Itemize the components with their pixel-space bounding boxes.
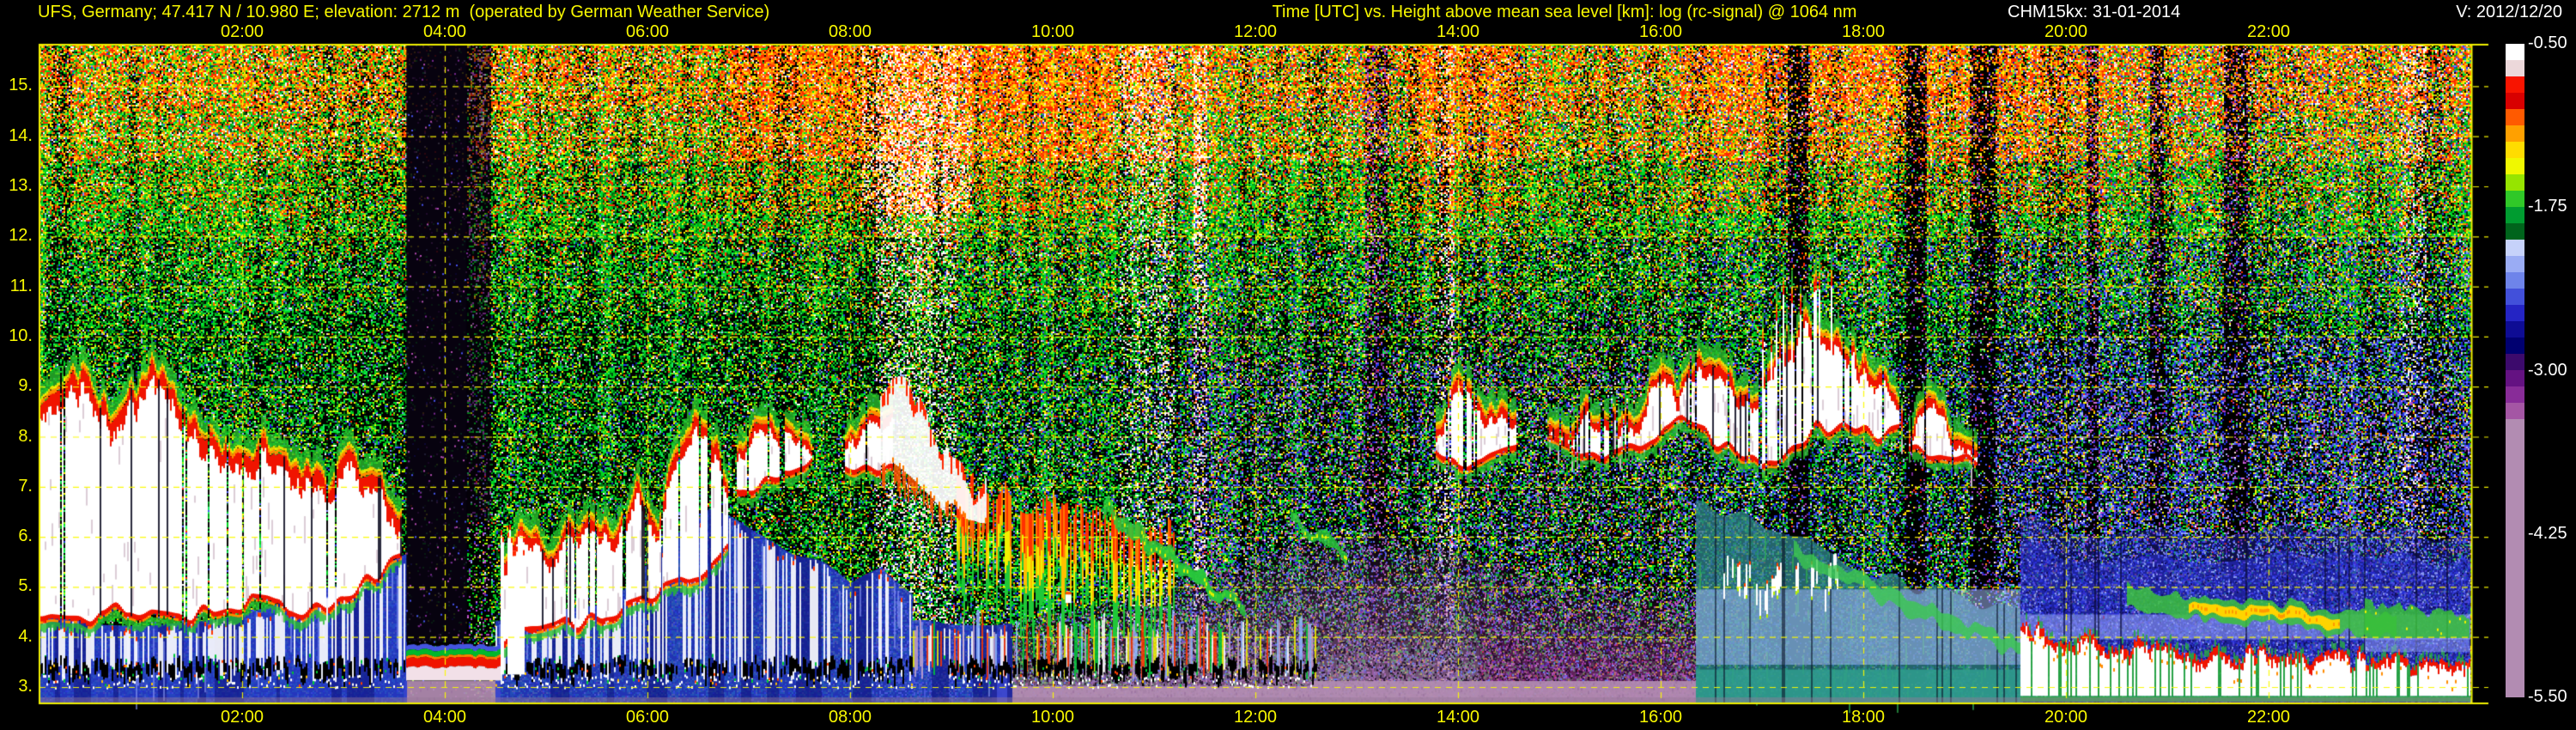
colorbar-tick-label: -4.25 xyxy=(2528,523,2567,543)
x-tick-label-top: 18:00 xyxy=(1841,22,1886,41)
y-tick-label: 15. xyxy=(9,76,33,95)
station-info: UFS, Germany; 47.417 N / 10.980 E; eleva… xyxy=(38,3,770,21)
software-version: V: 2012/12/20 xyxy=(2456,3,2562,21)
colorbar-segment xyxy=(2506,305,2524,321)
x-tick-label-top: 14:00 xyxy=(1436,22,1480,41)
colorbar-tick-label: -5.50 xyxy=(2528,687,2567,706)
colorbar xyxy=(2506,44,2524,697)
x-tick-label-top: 12:00 xyxy=(1233,22,1278,41)
y-tick-label: 4. xyxy=(18,626,33,646)
x-tick-label-bottom: 12:00 xyxy=(1233,708,1278,727)
colorbar-segment xyxy=(2506,142,2524,158)
ceilometer-quicklook: UFS, Germany; 47.417 N / 10.980 E; eleva… xyxy=(0,0,2576,730)
x-tick-label-top: 08:00 xyxy=(828,22,872,41)
plot-title: Time [UTC] vs. Height above mean sea lev… xyxy=(1272,3,1857,21)
colorbar-segment xyxy=(2506,338,2524,354)
x-tick-label-top: 16:00 xyxy=(1638,22,1683,41)
colorbar-segment xyxy=(2506,370,2524,386)
ceilometer-heatmap-canvas xyxy=(0,0,2576,730)
device-date: CHM15kx: 31-01-2014 xyxy=(2008,3,2181,21)
x-tick-label-bottom: 04:00 xyxy=(422,708,467,727)
y-tick-label: 8. xyxy=(18,426,33,446)
colorbar-segment xyxy=(2506,207,2524,223)
colorbar-segment xyxy=(2506,223,2524,240)
colorbar-segment xyxy=(2506,321,2524,338)
y-tick-label: 11. xyxy=(9,276,33,295)
x-tick-label-top: 02:00 xyxy=(220,22,264,41)
colorbar-segment xyxy=(2506,419,2524,697)
colorbar-segment xyxy=(2506,386,2524,403)
colorbar-segment xyxy=(2506,109,2524,125)
colorbar-segment xyxy=(2506,403,2524,419)
x-tick-label-top: 06:00 xyxy=(625,22,670,41)
colorbar-tick-label: -3.00 xyxy=(2528,360,2567,380)
colorbar-segment xyxy=(2506,272,2524,289)
y-tick-label: 12. xyxy=(9,226,33,246)
colorbar-segment xyxy=(2506,191,2524,207)
y-tick-label: 7. xyxy=(18,476,33,496)
colorbar-segment xyxy=(2506,289,2524,305)
y-tick-label: 6. xyxy=(18,526,33,546)
colorbar-segment xyxy=(2506,256,2524,272)
y-tick-label: 5. xyxy=(18,576,33,596)
colorbar-segment xyxy=(2506,158,2524,174)
x-tick-label-bottom: 20:00 xyxy=(2044,708,2088,727)
y-tick-label: 14. xyxy=(9,125,33,145)
x-tick-label-bottom: 18:00 xyxy=(1841,708,1886,727)
y-tick-label: 9. xyxy=(18,376,33,396)
colorbar-segment xyxy=(2506,125,2524,142)
x-tick-label-top: 04:00 xyxy=(422,22,467,41)
colorbar-tick-label: -0.50 xyxy=(2528,33,2567,52)
x-tick-label-top: 10:00 xyxy=(1030,22,1075,41)
colorbar-segment xyxy=(2506,76,2524,93)
colorbar-segment xyxy=(2506,174,2524,191)
y-tick-label: 3. xyxy=(18,677,33,696)
colorbar-tick-label: -1.75 xyxy=(2528,197,2567,216)
x-tick-label-bottom: 02:00 xyxy=(220,708,264,727)
x-tick-label-top: 22:00 xyxy=(2246,22,2291,41)
colorbar-segment xyxy=(2506,354,2524,370)
x-tick-label-bottom: 08:00 xyxy=(828,708,872,727)
x-tick-label-top: 20:00 xyxy=(2044,22,2088,41)
colorbar-segment xyxy=(2506,93,2524,109)
x-tick-label-bottom: 06:00 xyxy=(625,708,670,727)
colorbar-segment xyxy=(2506,240,2524,256)
x-tick-label-bottom: 14:00 xyxy=(1436,708,1480,727)
x-tick-label-bottom: 16:00 xyxy=(1638,708,1683,727)
colorbar-segment xyxy=(2506,60,2524,76)
colorbar-segment xyxy=(2506,44,2524,60)
y-tick-label: 10. xyxy=(9,325,33,345)
y-tick-label: 13. xyxy=(9,176,33,195)
x-tick-label-bottom: 10:00 xyxy=(1030,708,1075,727)
x-tick-label-bottom: 22:00 xyxy=(2246,708,2291,727)
